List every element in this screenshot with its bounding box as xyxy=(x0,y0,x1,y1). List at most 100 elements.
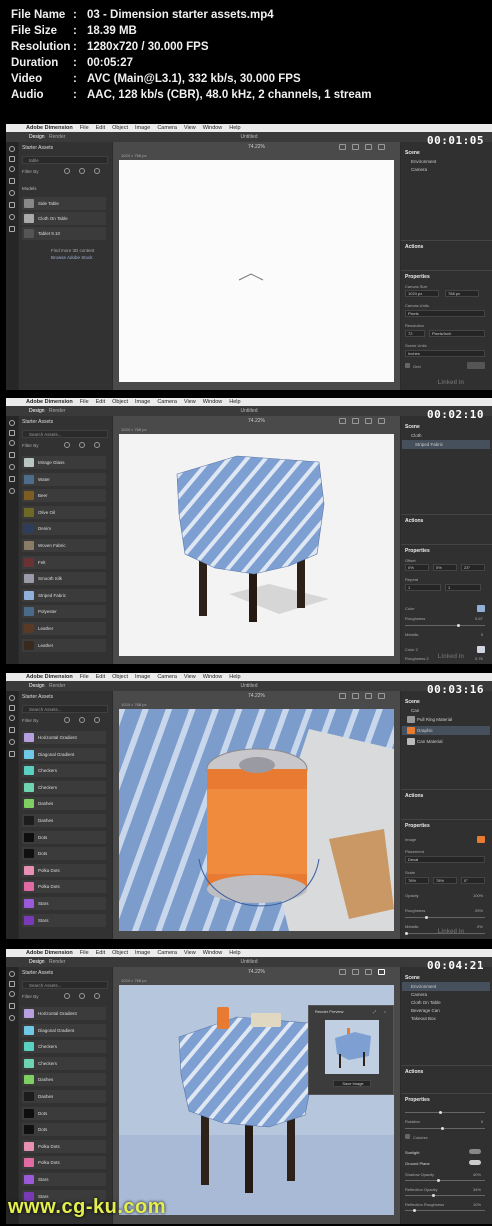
list-item[interactable]: Diagonal Gradient xyxy=(22,747,106,761)
canvas-units-select[interactable]: Pixels xyxy=(405,310,485,317)
menu-item[interactable]: Help xyxy=(229,124,240,132)
list-item[interactable]: Polka Dots xyxy=(22,880,106,894)
scene-item-selected[interactable]: Graphic xyxy=(417,728,433,733)
menu-item[interactable]: Edit xyxy=(96,124,105,132)
shadow-opacity-slider[interactable] xyxy=(405,1179,485,1182)
grid-checkbox[interactable] xyxy=(405,363,410,368)
menu-item[interactable]: Window xyxy=(203,949,223,957)
menu-item[interactable]: View xyxy=(184,124,196,132)
menu-item[interactable]: Edit xyxy=(96,398,105,406)
menu-item[interactable]: Image xyxy=(135,398,150,406)
repeat-y-input[interactable]: 1 xyxy=(445,584,481,591)
list-item[interactable]: Dots xyxy=(22,830,106,844)
color2-swatch[interactable] xyxy=(477,646,485,653)
light-filter-icon[interactable] xyxy=(94,717,100,723)
list-item[interactable]: Stars xyxy=(22,913,106,927)
viewport[interactable]: 74.22% 1024 × 768 px Render Preview ⤢ × xyxy=(113,967,400,1224)
menu-item[interactable]: Window xyxy=(203,124,223,132)
undo-icon[interactable] xyxy=(339,693,346,699)
list-item[interactable]: Diagonal Gradient xyxy=(22,1023,106,1037)
undo-icon[interactable] xyxy=(339,144,346,150)
panel-title[interactable]: Starter Assets xyxy=(22,970,53,976)
menu-item[interactable]: Camera xyxy=(157,124,177,132)
redo-icon[interactable] xyxy=(352,144,359,150)
offset-x-input[interactable]: 0% xyxy=(405,564,429,571)
orbit-tool-icon[interactable] xyxy=(9,440,15,446)
resolution-unit-select[interactable]: Pixels/Inch xyxy=(429,330,485,337)
orbit-tool-icon[interactable] xyxy=(9,991,15,997)
list-item[interactable]: Leather xyxy=(22,638,106,652)
orbit-icon[interactable] xyxy=(365,418,372,424)
app-menu[interactable]: Adobe Dimension xyxy=(26,949,73,957)
list-item[interactable]: Dots xyxy=(22,847,106,861)
list-item[interactable]: Dashes xyxy=(22,1090,106,1103)
list-item[interactable]: Dashes xyxy=(22,797,106,811)
menu-item[interactable]: Help xyxy=(229,673,240,681)
list-item[interactable]: Side Table xyxy=(22,197,106,210)
orbit-icon[interactable] xyxy=(365,693,372,699)
zoom-level[interactable]: 74.22% xyxy=(248,418,265,424)
scene-item[interactable]: Takeout Box xyxy=(411,1016,436,1021)
menu-item[interactable]: Image xyxy=(135,124,150,132)
zoom-tool-icon[interactable] xyxy=(9,488,15,494)
pan-tool-icon[interactable] xyxy=(9,202,15,208)
scene-item-selected[interactable]: Striped Fabric xyxy=(415,442,443,447)
material-filter-icon[interactable] xyxy=(79,442,85,448)
menu-item[interactable]: Camera xyxy=(157,398,177,406)
scene-item[interactable]: Environment xyxy=(411,159,436,164)
colorize-checkbox[interactable] xyxy=(405,1134,410,1139)
reflection-opacity-slider[interactable] xyxy=(405,1194,485,1197)
move-tool-icon[interactable] xyxy=(9,705,15,711)
scene-item[interactable]: Cloth xyxy=(411,433,422,438)
panel-title[interactable]: Starter Assets xyxy=(22,419,53,425)
material-filter-icon[interactable] xyxy=(79,168,85,174)
magic-wand-icon[interactable] xyxy=(9,727,15,733)
menu-item[interactable]: Help xyxy=(229,398,240,406)
scale-x-input[interactable]: 78% xyxy=(405,877,429,884)
search-input[interactable]: Search Assets... xyxy=(22,981,108,989)
camera-icon[interactable] xyxy=(378,693,385,699)
viewport[interactable]: 74.22% 1024 × 768 px xyxy=(113,142,400,390)
menu-item[interactable]: Edit xyxy=(96,673,105,681)
list-item[interactable]: Checkers xyxy=(22,1040,106,1054)
viewport[interactable]: 74.22% 1024 × 768 px xyxy=(113,416,400,664)
resolution-input[interactable]: 72 xyxy=(405,330,425,337)
scene-item[interactable]: Beverage Can xyxy=(411,1008,440,1013)
scale-y-input[interactable]: 78% xyxy=(433,877,457,884)
angle-input[interactable]: 23° xyxy=(461,564,485,571)
select-tool-icon[interactable] xyxy=(9,420,15,426)
filter-icon[interactable] xyxy=(64,993,70,999)
list-item[interactable]: Water xyxy=(22,472,106,486)
canvas[interactable]: 1024 × 768 px xyxy=(119,702,394,931)
save-image-button[interactable]: Save Image xyxy=(333,1080,371,1087)
list-item[interactable]: Beer xyxy=(22,489,106,503)
zoom-level[interactable]: 74.22% xyxy=(248,693,265,699)
sample-tool-icon[interactable] xyxy=(9,1015,15,1021)
menu-item[interactable]: Object xyxy=(112,673,128,681)
scene-units-select[interactable]: Inches xyxy=(405,350,485,357)
orbit-icon[interactable] xyxy=(365,969,372,975)
sample-tool-icon[interactable] xyxy=(9,739,15,745)
orbit-tool-icon[interactable] xyxy=(9,166,15,172)
list-item[interactable]: Checkers xyxy=(22,780,106,794)
repeat-x-input[interactable]: 1 xyxy=(405,584,441,591)
menu-item[interactable]: Object xyxy=(112,949,128,957)
scene-item[interactable]: Camera xyxy=(411,167,427,172)
magic-wand-icon[interactable] xyxy=(9,1003,15,1009)
menu-item[interactable]: Help xyxy=(229,949,240,957)
close-icon[interactable]: × xyxy=(384,1009,386,1014)
browse-stock-link[interactable]: Browse Adobe Stock xyxy=(51,255,93,260)
redo-icon[interactable] xyxy=(352,969,359,975)
menu-item[interactable]: View xyxy=(184,673,196,681)
select-tool-icon[interactable] xyxy=(9,695,15,701)
render-preview-icon[interactable] xyxy=(378,969,385,975)
filter-icon[interactable] xyxy=(64,717,70,723)
offset-y-input[interactable]: 0% xyxy=(433,564,457,571)
list-item[interactable]: Checkers xyxy=(22,1056,106,1070)
hand-tool-icon[interactable] xyxy=(9,226,15,232)
list-item[interactable]: Leather xyxy=(22,622,106,635)
menu-item[interactable]: Image xyxy=(135,673,150,681)
menu-item[interactable]: Camera xyxy=(157,949,177,957)
list-item[interactable]: Felt xyxy=(22,555,106,569)
camera-icon[interactable] xyxy=(378,144,385,150)
